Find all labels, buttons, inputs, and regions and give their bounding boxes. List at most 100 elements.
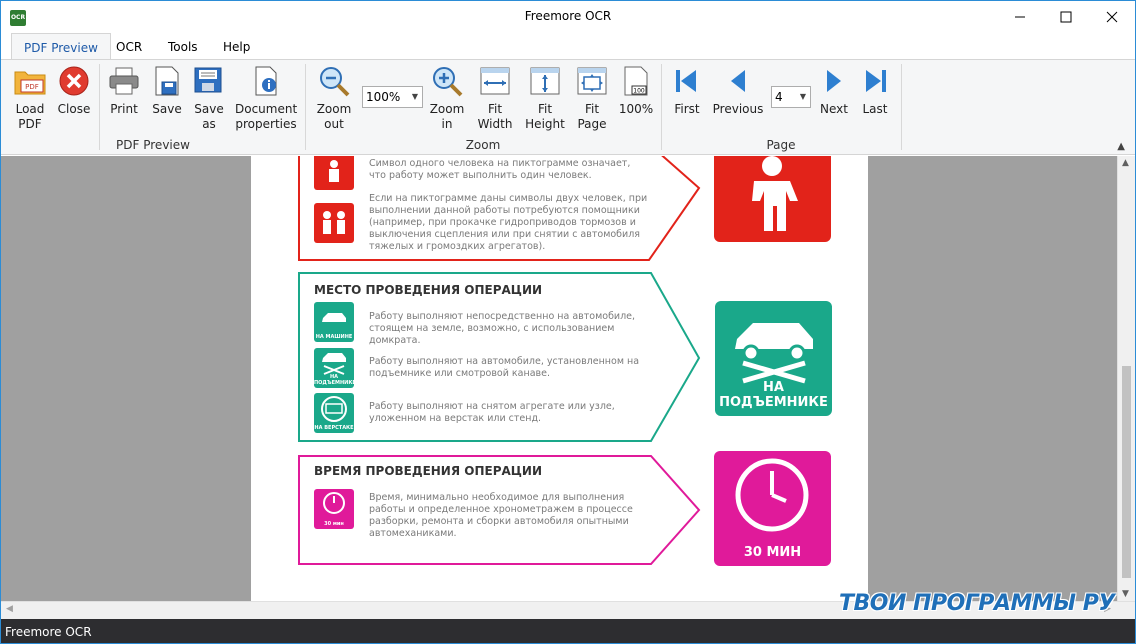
tab-pdf-preview[interactable]: PDF Preview <box>11 33 111 60</box>
pdf-page: Символ одного человека на пиктограмме оз… <box>251 156 868 601</box>
vertical-scrollbar[interactable]: ▲ ▼ <box>1117 156 1135 601</box>
load-pdf-label-2: PDF <box>18 117 42 131</box>
watermark: ТВОИ ПРОГРАММЫ РУ <box>839 591 1115 616</box>
lift-big-icon: НА ПОДЪЕМНИКЕ <box>715 301 832 416</box>
zoom-100-label: 100% <box>618 102 654 116</box>
next-page-icon <box>827 70 841 92</box>
minimize-icon <box>1015 16 1025 18</box>
vertical-scroll-thumb[interactable] <box>1122 366 1131 578</box>
fit-width-icon <box>480 67 510 95</box>
ribbon-separator <box>901 64 902 150</box>
time-text-1: Время, минимально необходимое для выполн… <box>369 492 633 539</box>
scroll-up-icon[interactable]: ▲ <box>1122 158 1129 168</box>
fit-height-icon <box>530 67 560 95</box>
two-persons-small-icon <box>314 203 354 243</box>
document-properties-button[interactable]: Document properties <box>235 64 297 132</box>
load-pdf-button[interactable]: PDF Load PDF <box>11 64 49 132</box>
clock-big-caption: 30 МИН <box>743 545 802 560</box>
place-text-2: Работу выполняют на автомобиле, установл… <box>369 356 640 379</box>
scroll-down-icon[interactable]: ▼ <box>1122 589 1129 599</box>
save-as-label-1: Save <box>194 102 224 116</box>
zoom-in-icon <box>433 67 463 97</box>
time-small-icon: 30 мин <box>314 489 354 529</box>
previous-label: Previous <box>712 102 764 116</box>
group-label-zoom: Zoom <box>465 138 501 152</box>
zoom-out-label-2: out <box>324 117 344 131</box>
maximize-button[interactable] <box>1043 1 1089 33</box>
save-as-icon <box>194 67 222 93</box>
previous-page-button[interactable]: Previous <box>711 64 765 117</box>
page-select-value: 4 <box>775 90 783 104</box>
scroll-left-icon[interactable]: ◀ <box>6 604 13 614</box>
svg-text:100: 100 <box>633 88 645 95</box>
zoom-in-label-1: Zoom <box>429 102 465 116</box>
ribbon-collapse-icon[interactable]: ▲ <box>1117 141 1125 152</box>
window-title: Freemore OCR <box>524 9 612 23</box>
zoom-in-label-2: in <box>441 117 453 131</box>
fit-height-label-1: Fit <box>537 102 553 116</box>
title-bar: OCR Freemore OCR <box>1 1 1135 33</box>
on-lift-small-icon: НА ПОДЪЕМНИКЕ <box>314 348 356 388</box>
fit-width-label-1: Fit <box>487 102 503 116</box>
on-car-small-icon: НА МАШИНЕ <box>314 302 354 342</box>
page-select[interactable]: 4 ▼ <box>771 86 811 108</box>
svg-text:PDF: PDF <box>25 83 39 91</box>
ribbon: PDF Load PDF Close Print Save Save as Do… <box>1 59 1135 155</box>
close-circle-icon <box>59 66 89 96</box>
tab-help[interactable]: Help <box>211 33 262 59</box>
place-section-title: МЕСТО ПРОВЕДЕНИЯ ОПЕРАЦИИ <box>314 283 543 297</box>
previous-page-icon <box>731 70 745 92</box>
fit-width-label-2: Width <box>477 117 513 131</box>
time-small-caption: 30 мин <box>324 521 344 527</box>
document-properties-label-1: Document <box>235 102 298 116</box>
first-page-icon <box>676 70 696 92</box>
chevron-down-icon: ▼ <box>799 92 806 101</box>
pdf-viewer[interactable]: Символ одного человека на пиктограмме оз… <box>1 156 1117 601</box>
first-label: First <box>674 102 700 116</box>
on-car-caption: НА МАШИНЕ <box>315 334 353 340</box>
last-label: Last <box>862 102 888 116</box>
minimize-button[interactable] <box>997 1 1043 33</box>
tab-ocr[interactable]: OCR <box>104 33 154 59</box>
fit-page-button[interactable]: Fit Page <box>572 64 612 132</box>
close-pdf-button[interactable]: Close <box>55 64 93 117</box>
zoom-out-button[interactable]: Zoom out <box>314 64 354 132</box>
tab-tools[interactable]: Tools <box>156 33 210 59</box>
time-section-title: ВРЕМЯ ПРОВЕДЕНИЯ ОПЕРАЦИИ <box>314 464 543 478</box>
one-person-small-icon <box>314 156 354 190</box>
status-bar: Freemore OCR <box>1 619 1135 643</box>
zoom-100-button[interactable]: 100 100% <box>616 64 656 117</box>
save-document-icon <box>155 66 179 96</box>
people-text-2: Если на пиктограмме даны символы двух че… <box>369 193 648 252</box>
clock-big-icon: 30 МИН <box>714 451 831 566</box>
people-text-1: Символ одного человека на пиктограмме оз… <box>369 158 631 181</box>
place-text-1: Работу выполняют непосредственно на авто… <box>369 311 636 346</box>
print-button[interactable]: Print <box>105 64 143 117</box>
close-window-button[interactable] <box>1089 1 1135 33</box>
chevron-down-icon: ▼ <box>411 92 418 101</box>
last-page-button[interactable]: Last <box>858 64 892 117</box>
last-page-icon <box>866 70 886 92</box>
lift-big-caption: НА ПОДЪЕМНИКЕ <box>719 380 828 410</box>
fit-page-label-1: Fit <box>584 102 600 116</box>
close-icon <box>1106 11 1118 23</box>
maximize-icon <box>1060 11 1072 23</box>
zoom-select[interactable]: 100% ▼ <box>362 86 423 108</box>
save-as-button[interactable]: Save as <box>190 64 228 132</box>
save-button[interactable]: Save <box>148 64 186 117</box>
next-page-button[interactable]: Next <box>817 64 851 117</box>
printer-icon <box>109 67 139 95</box>
fit-height-button[interactable]: Fit Height <box>523 64 567 132</box>
group-label-page: Page <box>766 138 796 152</box>
app-window: OCR Freemore OCR PDF Preview OCR Tools H… <box>0 0 1136 644</box>
load-pdf-label-1: Load <box>15 102 45 116</box>
document-info-icon <box>255 66 277 96</box>
document-properties-label-2: properties <box>235 117 297 131</box>
place-text-3: Работу выполняют на снятом агрегате или … <box>369 401 615 424</box>
fit-width-button[interactable]: Fit Width <box>475 64 515 132</box>
first-page-button[interactable]: First <box>669 64 705 117</box>
group-label-pdf-preview: PDF Preview <box>116 138 190 152</box>
ribbon-tabs: PDF Preview OCR Tools Help <box>1 33 1135 60</box>
zoom-in-button[interactable]: Zoom in <box>427 64 467 132</box>
fit-page-icon <box>577 67 607 95</box>
